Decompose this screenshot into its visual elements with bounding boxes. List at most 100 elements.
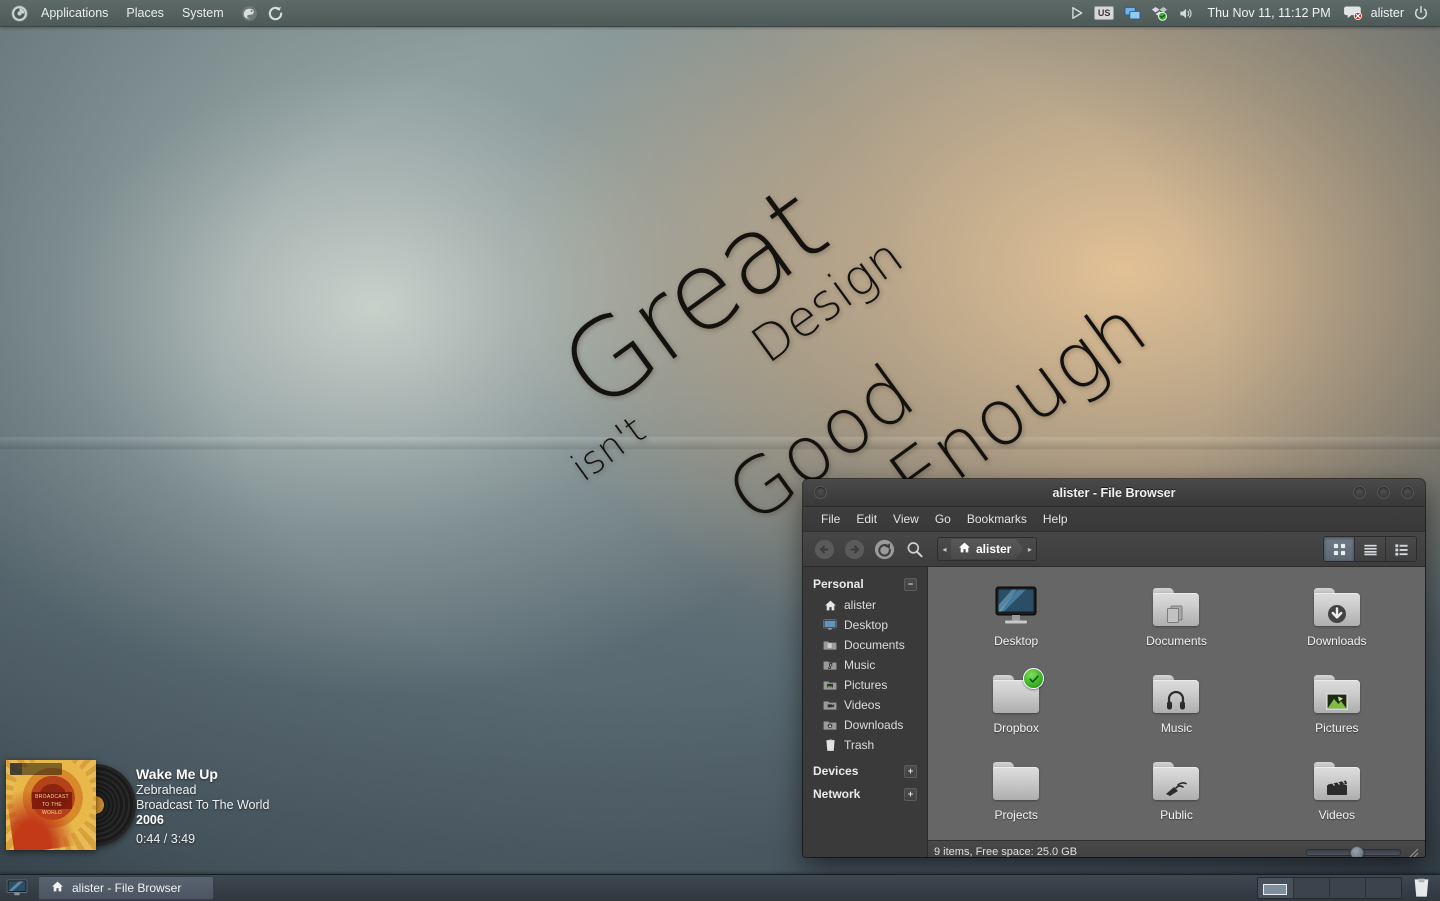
dropbox-folder-icon [990,668,1045,718]
reload-icon[interactable] [871,536,897,562]
sidebar-section-devices[interactable]: Devices + [803,759,927,782]
zoom-slider[interactable] [1306,845,1401,857]
home-icon [823,598,837,612]
search-icon[interactable] [901,536,927,562]
maximize-button[interactable] [1377,486,1390,499]
sidebar-item-alister[interactable]: alister [803,595,927,615]
file-item-music[interactable]: Music [1096,666,1256,753]
sync-ok-badge [1023,668,1045,689]
workspace-4[interactable] [1366,878,1401,898]
workspace-2[interactable] [1294,878,1330,898]
power-icon[interactable] [1408,0,1434,26]
music-folder-icon [823,658,837,672]
fb-menu-go[interactable]: Go [927,509,959,529]
file-item-videos[interactable]: Videos [1257,753,1417,840]
path-bar[interactable]: ◂ alister ▸ [937,537,1038,561]
sidebar-item-label: Videos [844,698,881,712]
sidebar-item-label: Music [844,658,876,672]
window-title: alister - File Browser [1052,485,1176,500]
file-item-label: Downloads [1307,634,1367,648]
sidebar-item-trash[interactable]: Trash [803,735,927,755]
public-folder-icon [1150,757,1202,805]
forward-icon[interactable] [841,536,867,562]
videos-folder-icon [1311,757,1363,805]
username-label[interactable]: alister [1368,6,1408,20]
chevron-expand-icon[interactable]: + [904,764,917,778]
menu-applications[interactable]: Applications [32,0,117,26]
sidebar-item-label: Desktop [844,618,889,632]
menu-system[interactable]: System [173,0,233,26]
file-item-downloads[interactable]: Downloads [1257,579,1417,666]
display-monitors-icon[interactable] [1119,0,1146,26]
fb-menu-file[interactable]: File [813,509,848,529]
file-item-desktop[interactable]: Desktop [936,579,1096,666]
wallpaper-word-great: Great [539,163,848,436]
firefox-icon[interactable] [237,0,263,26]
workspace-switcher [1257,877,1402,899]
window-menu-button[interactable] [814,486,827,499]
clock[interactable]: Thu Nov 11, 11:12 PM [1199,6,1338,20]
sidebar-item-desktop[interactable]: Desktop [803,615,927,635]
workspace-3[interactable] [1330,878,1366,898]
sidebar-section-network[interactable]: Network + [803,782,927,805]
zoom-slider-knob[interactable] [1350,846,1364,857]
chat-bubble-icon[interactable] [1339,0,1368,26]
trash-icon[interactable] [1406,875,1436,901]
show-desktop-icon[interactable] [0,875,34,901]
file-item-pictures[interactable]: Pictures [1257,666,1417,753]
file-item-label: Projects [994,808,1038,822]
taskbar-item-file-browser[interactable]: alister - File Browser [38,876,214,900]
path-scroll-right-icon[interactable]: ▸ [1023,539,1036,559]
track-artist: Zebrahead [136,783,197,797]
file-item-documents[interactable]: Documents [1096,579,1256,666]
fb-menu-help[interactable]: Help [1035,509,1076,529]
home-icon [958,541,971,557]
resize-grip[interactable] [1407,846,1419,857]
update-manager-icon[interactable] [263,0,289,26]
fb-menu-bookmarks[interactable]: Bookmarks [959,509,1035,529]
sidebar-item-pictures[interactable]: Pictures [803,675,927,695]
status-bar: 9 items, Free space: 25.0 GB [928,840,1425,857]
icon-view-button[interactable] [1324,537,1355,561]
file-item-projects[interactable]: Projects [936,753,1096,840]
file-item-public[interactable]: Public [1096,753,1256,840]
distro-logo-icon[interactable] [6,0,32,26]
file-item-label: Pictures [1315,721,1359,735]
file-item-dropbox[interactable]: Dropbox [936,666,1096,753]
media-play-icon[interactable] [1065,0,1089,26]
list-view-button[interactable] [1355,537,1386,561]
minimize-button[interactable] [1353,486,1366,499]
menu-places[interactable]: Places [117,0,173,26]
window-titlebar[interactable]: alister - File Browser [803,479,1425,507]
top-panel-left: Applications Places System [0,0,289,26]
path-scroll-left-icon[interactable]: ◂ [938,539,951,559]
sidebar-item-label: alister [844,598,877,612]
breadcrumb-alister[interactable]: alister [951,539,1023,559]
back-icon[interactable] [811,536,837,562]
fb-menu-edit[interactable]: Edit [848,509,885,529]
chevron-expand-icon[interactable]: + [904,787,917,801]
sidebar-item-music[interactable]: Music [803,655,927,675]
album-art-band-logo [10,763,62,775]
keyboard-layout-indicator[interactable]: US [1089,0,1120,26]
dropbox-icon[interactable] [1146,0,1173,26]
file-item-label: Desktop [994,634,1039,648]
volume-speaker-icon[interactable] [1173,0,1199,26]
taskbar-item-label: alister - File Browser [72,881,182,895]
workspace-1[interactable] [1258,878,1294,898]
downloads-folder-icon [823,718,837,732]
window-controls [1353,486,1414,499]
sidebar-section-devices-label: Devices [813,764,859,778]
file-list-area[interactable]: Desktop Documents Downloads Dropbox Musi… [928,567,1425,857]
sidebar-section-network-label: Network [813,787,861,801]
sidebar-item-videos[interactable]: Videos [803,695,927,715]
sidebar-section-personal[interactable]: Personal − [803,572,927,595]
compact-view-button[interactable] [1386,537,1416,561]
sidebar-item-documents[interactable]: Documents [803,635,927,655]
file-browser-window[interactable]: alister - File Browser File Edit View Go… [803,479,1425,857]
chevron-collapse-icon[interactable]: − [904,577,917,591]
sidebar-item-downloads[interactable]: Downloads [803,715,927,735]
fb-menu-view[interactable]: View [885,509,927,529]
downloads-folder-icon [1311,583,1363,631]
close-button[interactable] [1401,486,1414,499]
